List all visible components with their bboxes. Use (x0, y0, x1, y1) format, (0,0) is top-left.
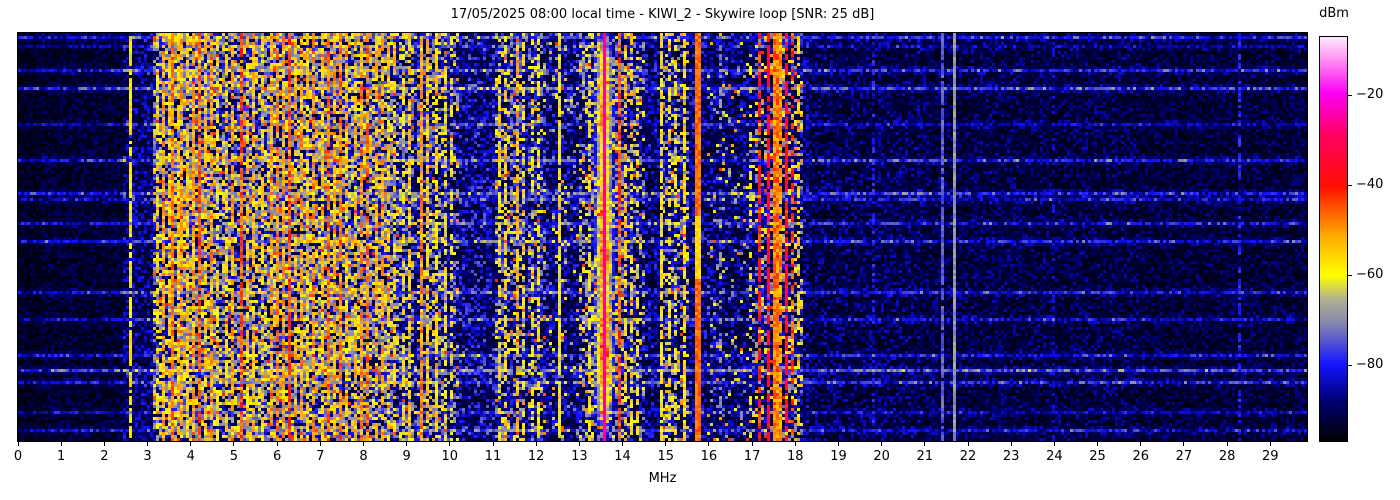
x-tick-label: 21 (916, 449, 934, 464)
x-tick-label: 2 (100, 449, 109, 464)
chart-title: 17/05/2025 08:00 local time - KIWI_2 - S… (450, 7, 875, 22)
colorbar-tick-label: −60 (1356, 266, 1384, 282)
x-tick-mark (924, 442, 926, 446)
x-tick-mark (362, 442, 364, 446)
colorbar-tick-label: −80 (1356, 356, 1384, 372)
colorbar-tick-mark (1348, 274, 1352, 276)
x-tick-label: 10 (441, 449, 459, 464)
colorbar-tick-mark (1348, 185, 1352, 187)
x-tick-mark (17, 442, 19, 446)
x-tick-label: 17 (743, 449, 761, 464)
x-tick-mark (147, 442, 149, 446)
x-tick-mark (1226, 442, 1228, 446)
x-tick-label: 24 (1046, 449, 1063, 464)
x-tick-label: 8 (359, 449, 368, 464)
x-tick-label: 3 (143, 449, 152, 464)
colorbar-tick-mark (1348, 95, 1352, 97)
x-tick-label: 12 (527, 449, 545, 464)
colorbar-tick-mark (1348, 364, 1352, 366)
colorbar-tick-label: −20 (1356, 87, 1384, 103)
x-tick-label: 15 (657, 449, 674, 464)
colorbar-unit-label: dBm (1319, 6, 1349, 21)
x-tick-mark (276, 442, 278, 446)
x-tick-label: 16 (700, 449, 718, 464)
spectrogram-heatmap (18, 33, 1307, 441)
x-tick-label: 11 (484, 449, 502, 464)
x-tick-label: 25 (1089, 449, 1106, 464)
x-tick-mark (233, 442, 235, 446)
x-tick-label: 23 (1002, 449, 1020, 464)
x-tick-mark (60, 442, 62, 446)
x-tick-label: 1 (57, 449, 66, 464)
x-tick-label: 14 (614, 449, 631, 464)
x-tick-mark (622, 442, 624, 446)
x-tick-mark (103, 442, 105, 446)
colorbar-tick-label: −40 (1356, 177, 1384, 193)
x-tick-label: 28 (1218, 449, 1236, 464)
x-tick-label: 13 (571, 449, 588, 464)
x-tick-label: 6 (272, 449, 282, 464)
x-tick-mark (578, 442, 580, 446)
x-tick-mark (837, 442, 839, 446)
x-tick-mark (751, 442, 753, 446)
x-tick-mark (1097, 442, 1099, 446)
x-tick-mark (1053, 442, 1055, 446)
x-tick-mark (492, 442, 494, 446)
x-tick-mark (708, 442, 710, 446)
x-tick-label: 0 (13, 449, 23, 464)
x-tick-mark (406, 442, 408, 446)
x-tick-label: 27 (1175, 449, 1193, 464)
x-tick-label: 29 (1262, 449, 1279, 464)
x-tick-label: 18 (787, 449, 804, 464)
x-tick-label: 22 (959, 449, 977, 464)
x-axis-label: MHz (648, 471, 677, 486)
x-tick-mark (881, 442, 883, 446)
x-tick-label: 19 (830, 449, 847, 464)
x-tick-label: 9 (402, 449, 411, 464)
x-tick-mark (1269, 442, 1271, 446)
colorbar (1319, 36, 1348, 442)
x-tick-mark (190, 442, 192, 446)
x-tick-label: 26 (1132, 449, 1149, 464)
x-tick-mark (1140, 442, 1142, 446)
x-tick-mark (319, 442, 321, 446)
x-tick-label: 4 (186, 449, 195, 464)
x-tick-label: 5 (229, 449, 239, 464)
x-tick-mark (1183, 442, 1185, 446)
x-tick-label: 7 (316, 449, 325, 464)
x-tick-label: 20 (873, 449, 890, 464)
x-tick-mark (794, 442, 796, 446)
x-tick-mark (967, 442, 969, 446)
x-tick-mark (1010, 442, 1012, 446)
x-tick-mark (665, 442, 667, 446)
x-tick-mark (535, 442, 537, 446)
spectrogram-figure: 17/05/2025 08:00 local time - KIWI_2 - S… (0, 0, 1400, 500)
x-tick-mark (449, 442, 451, 446)
